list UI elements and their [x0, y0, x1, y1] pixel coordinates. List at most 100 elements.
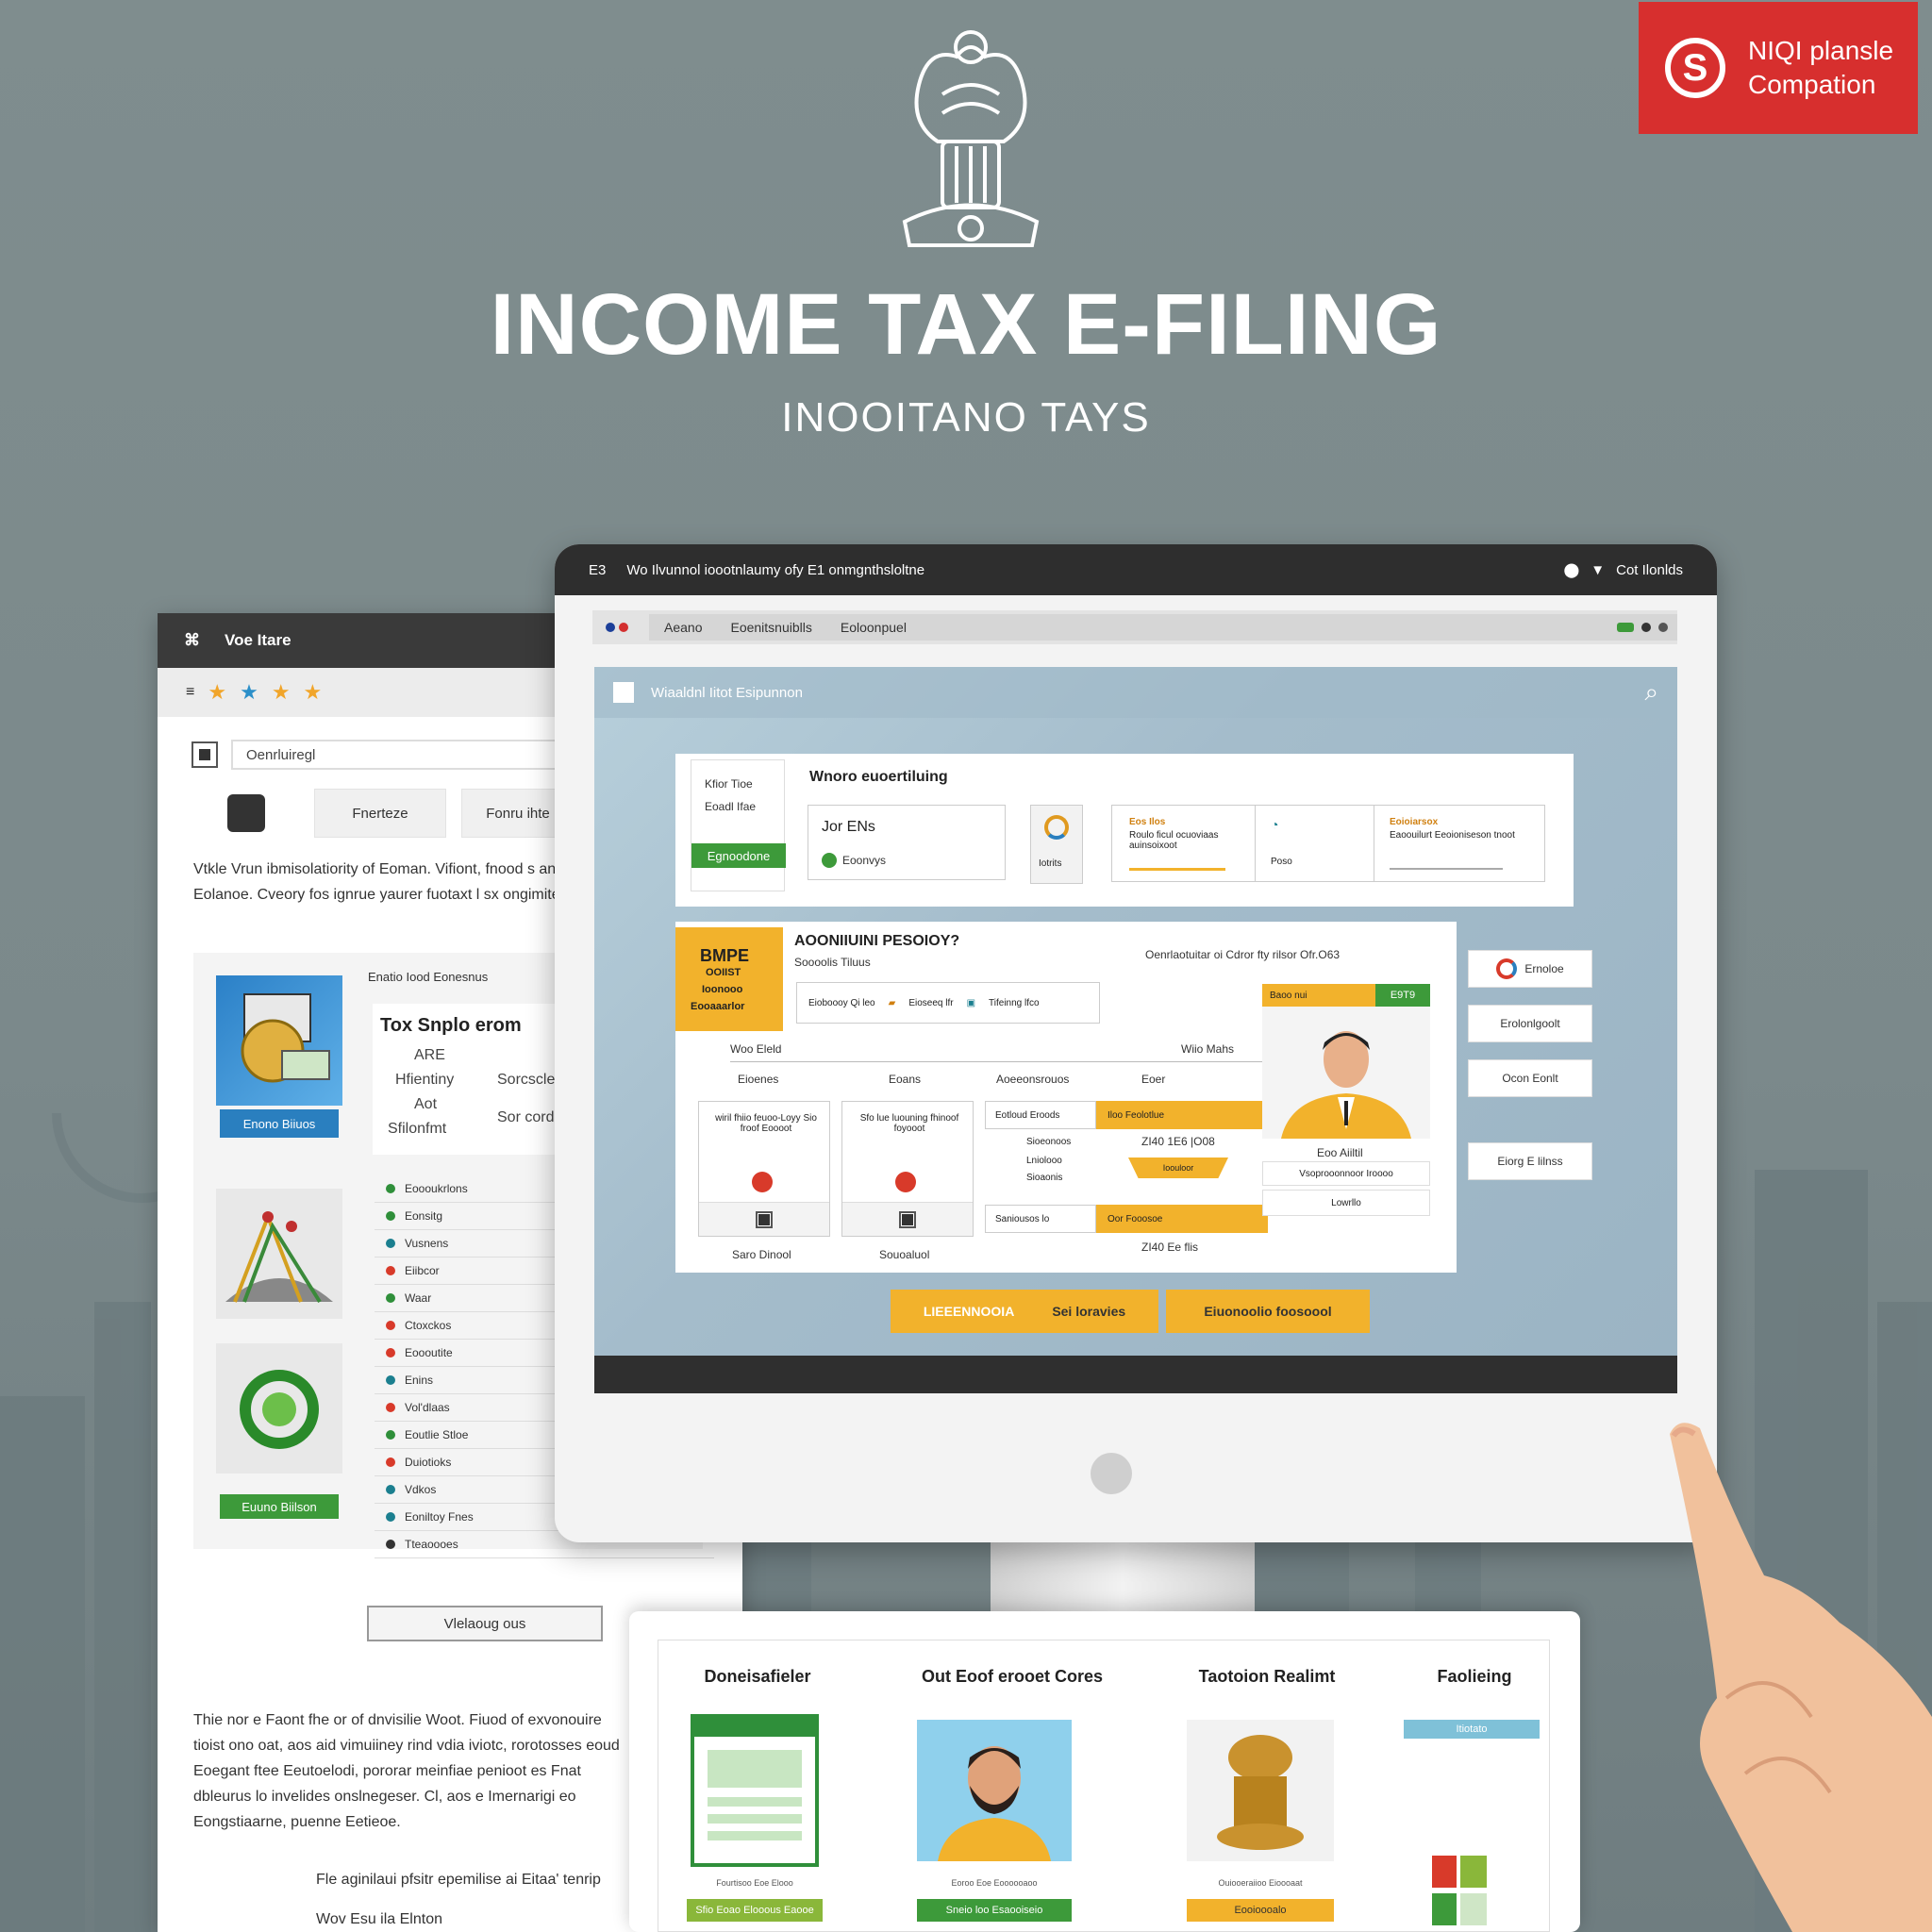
nav-link-2[interactable]: Eoenitsnuiblls	[730, 620, 811, 635]
bottom-button[interactable]: Sfio Eoao Elooous Eaooe	[687, 1899, 823, 1922]
card-footer: Souoaluol	[879, 1248, 930, 1261]
list-item-label: Vusnens	[405, 1237, 449, 1250]
bottom-button[interactable]: Itiotato	[1404, 1720, 1540, 1739]
nav-link-3[interactable]: Eoloonpuel	[841, 620, 907, 635]
menu-icon[interactable]	[613, 682, 634, 703]
left-button-1[interactable]: Fnerteze	[314, 789, 446, 838]
bullet-icon	[386, 1184, 395, 1193]
card-green-button[interactable]: Euuno Biilson	[220, 1494, 339, 1519]
list-item-label: Vdkos	[405, 1483, 437, 1496]
card-label: Enatio Iood Eonesnus	[368, 970, 489, 984]
location-pin-icon[interactable]: ⬤	[1563, 561, 1579, 578]
bullet-icon	[386, 1266, 395, 1275]
window-controls	[606, 623, 628, 632]
side-button[interactable]: Ernoloe	[1468, 950, 1592, 988]
left-search-input[interactable]: Oenrluiregl	[231, 740, 571, 770]
column-header: Woo Eleld	[730, 1042, 782, 1056]
info-card[interactable]: wiril fhiio feuoo-Loyy Sio froof Eoooot	[698, 1101, 830, 1237]
side-button-label: Ernoloe	[1524, 962, 1564, 975]
list-item-label: Eoniltoy Fnes	[405, 1510, 474, 1524]
list-item-label: Waar	[405, 1291, 432, 1305]
profile-card: Baoo nui E9T9 Eoo Aiiltil Vsoprooonnoor …	[1262, 984, 1430, 1216]
corner-badge[interactable]: S NIQI plansle Compation	[1639, 2, 1918, 134]
left-window-title: Voe Itare	[225, 631, 291, 649]
bullet-icon	[386, 1239, 395, 1248]
detail-value[interactable]: Iloo Feolotlue	[1096, 1101, 1268, 1129]
column-header: Wiio Mahs	[1181, 1042, 1235, 1056]
list-item-label: Eoooutite	[405, 1346, 453, 1359]
coin-icon	[241, 993, 330, 1083]
nav-link-1[interactable]: Aeano	[664, 620, 702, 635]
person-avatar-icon	[917, 1720, 1072, 1861]
detail-value[interactable]: Oor Fooosoe	[1096, 1205, 1268, 1233]
bullet-icon	[386, 1321, 395, 1330]
bottom-column-title: Out Eoof erooet Cores	[921, 1667, 1103, 1686]
monitor: E3 Wo Ilvunnol ioootnlaumy ofy E1 onmgnt…	[555, 544, 1717, 1542]
summary-label: Kfior Tioe	[705, 777, 753, 791]
detail-footer: ZI40 Ee flis	[1141, 1241, 1199, 1254]
chip[interactable]: Tifeinng lfco	[989, 998, 1040, 1008]
left-search-row: Oenrluiregl	[192, 740, 571, 770]
menu-icon[interactable]: ≡	[186, 684, 194, 701]
monitor-titlebar: E3 Wo Ilvunnol ioootnlaumy ofy E1 onmgnt…	[555, 544, 1717, 595]
money-thumbnail	[216, 975, 342, 1106]
national-emblem-icon	[902, 30, 1040, 247]
recycle-thumbnail-icon	[216, 1343, 342, 1474]
monitor-home-button[interactable]	[1091, 1453, 1132, 1494]
column-label: Aoeeonsrouos	[996, 1073, 1070, 1086]
search-icon[interactable]: ⌕	[1644, 677, 1658, 708]
side-button[interactable]: Ocon Eonlt	[1468, 1059, 1592, 1097]
left-footer-paragraph: Thie nor e Faont fhe or of dnvisilie Woo…	[193, 1712, 620, 1830]
left-footer-button[interactable]: Vlelaoug ous	[367, 1606, 603, 1641]
bottom-button[interactable]: Sneio loo Esaooiseio	[917, 1899, 1072, 1922]
chart-thumbnail-icon	[216, 1189, 342, 1319]
secondary-cta-button[interactable]: Eiuonoolio foosoool	[1166, 1290, 1370, 1333]
profile-name: Eoo Aiiltil	[1317, 1146, 1363, 1159]
extension-icon[interactable]	[1617, 623, 1634, 632]
camera-icon	[227, 794, 265, 832]
chip[interactable]: Eioseeq lfr	[908, 998, 953, 1008]
checkbox-icon[interactable]	[192, 741, 218, 768]
detail-tag[interactable]: Ioouloor	[1128, 1158, 1228, 1178]
bottom-button[interactable]: Eooioooalo	[1187, 1899, 1334, 1922]
alert-icon	[895, 1172, 916, 1192]
window-logo-icon: ⌘	[184, 631, 200, 649]
info-card[interactable]: Sfo lue luouning fhinoof foyooot	[841, 1101, 974, 1237]
summary-green-button[interactable]: Egnoodone	[691, 843, 786, 868]
card-heading: Tox Snplo erom	[380, 1015, 522, 1036]
page-subtitle: INOOITANO TAYS	[781, 394, 1151, 441]
star-icon: ★	[240, 680, 258, 704]
settings-icon[interactable]	[1658, 623, 1668, 632]
screen: Wiaaldnl Iitot Esipunnon ⌕ Kfior Tioe Eo…	[594, 667, 1677, 1393]
side-button[interactable]: Erolonlgoolt	[1468, 1005, 1592, 1042]
emblem-gold-icon	[1187, 1720, 1334, 1861]
profile-button[interactable]: Lowrllo	[1262, 1190, 1430, 1216]
profile-icon[interactable]	[1641, 623, 1651, 632]
teal-icon: ◔	[1271, 817, 1279, 832]
star-icon: ★	[303, 680, 323, 704]
user-avatar-icon	[1262, 1007, 1430, 1139]
bullet-icon	[386, 1512, 395, 1522]
primary-cta-button[interactable]: LIEEENNOOIA Sei loravies	[891, 1290, 1158, 1333]
dropdown-icon[interactable]: ▼	[1591, 562, 1605, 578]
address-bar: Aeano Eoenitsnuiblls Eoloonpuel	[592, 610, 1677, 644]
stat-text: Roulo ficul ocuoviaas auinsoixoot	[1129, 830, 1219, 851]
list-item-label: Eiibcor	[405, 1264, 440, 1277]
stat-title: Eos Ilos	[1129, 817, 1166, 827]
card-line: Hfientiny	[395, 1072, 455, 1088]
folder-icon: ▰	[888, 997, 896, 1008]
monitor-tab-label[interactable]: E3	[589, 562, 606, 578]
bottom-column-title: Faolieing	[1437, 1667, 1512, 1686]
summary-title: Wnoro euoertiluing	[809, 769, 948, 785]
bottom-caption: Fourtisoo Eoe Elooo	[716, 1878, 793, 1888]
side-button[interactable]: Eiorg E lilnss	[1468, 1142, 1592, 1180]
card-blue-button[interactable]: Enono Biiuos	[220, 1109, 339, 1138]
alert-icon	[752, 1172, 773, 1192]
list-item-label: Tteaoooes	[405, 1538, 458, 1551]
taxpayer-title: AOONIIUINI PESOIOY?	[794, 933, 960, 949]
stat-text: Poso	[1271, 857, 1292, 867]
bullet-icon	[386, 1430, 395, 1440]
chip[interactable]: Eioboooy Qi leo	[808, 998, 875, 1008]
stat-text: Eaoouilurt Eeoioniseson tnoot	[1390, 830, 1515, 841]
monitor-top-right[interactable]: Cot Ilonlds	[1616, 562, 1683, 578]
